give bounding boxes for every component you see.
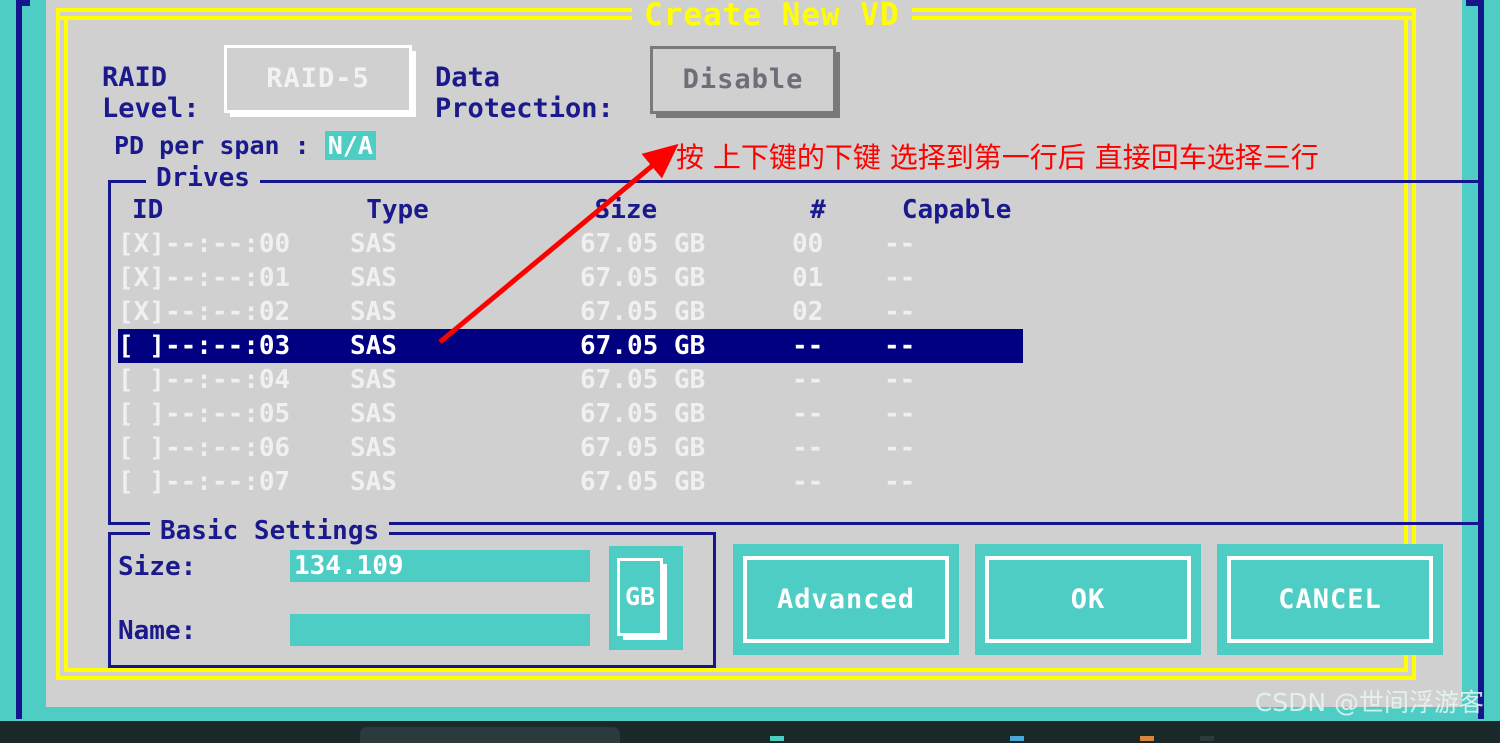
cell-id: [X]--:--:02 (118, 297, 291, 327)
cell-number: -- (792, 365, 824, 395)
cell-type: SAS (350, 297, 397, 327)
cell-type: SAS (350, 263, 397, 293)
dialog-border-left-outer (56, 8, 60, 680)
cell-type: SAS (350, 399, 397, 429)
table-row-selected[interactable]: [ ]--:--:03 SAS 67.05 GB -- -- (118, 329, 1023, 363)
cancel-button-label: CANCEL (1227, 556, 1433, 643)
cell-id: [X]--:--:00 (118, 229, 291, 259)
advanced-button[interactable]: Advanced (733, 544, 959, 655)
drives-table-header: ID Type Size # Capable (118, 193, 1023, 227)
dialog-border-left-inner (64, 16, 68, 672)
cell-number: -- (792, 399, 824, 429)
raid-level-select[interactable]: RAID-5 (224, 45, 412, 113)
table-row[interactable]: [ ]--:--:07 SAS 67.05 GB -- -- (118, 465, 1023, 499)
taskbar-window-button[interactable] (360, 727, 620, 743)
cell-number: -- (792, 467, 824, 497)
cell-size: 67.05 GB (580, 365, 706, 395)
cell-type: SAS (350, 229, 397, 259)
frame-rule-top-left (16, 0, 30, 6)
table-row[interactable]: [ ]--:--:04 SAS 67.05 GB -- -- (118, 363, 1023, 397)
cell-id: [ ]--:--:07 (118, 467, 291, 497)
taskbar-indicator-1[interactable] (770, 736, 784, 741)
table-row[interactable]: [X]--:--:01 SAS 67.05 GB 01 -- (118, 261, 1023, 295)
dialog-border-bottom-inner (64, 668, 1408, 672)
cell-id: [ ]--:--:05 (118, 399, 291, 429)
column-header-id: ID (132, 195, 164, 225)
frame-rule-top-right (1466, 0, 1484, 6)
cell-size: 67.05 GB (580, 331, 706, 361)
cell-type: SAS (350, 331, 397, 361)
cell-id: [ ]--:--:03 (118, 331, 291, 361)
column-header-size: Size (594, 195, 658, 225)
drives-table: ID Type Size # Capable [X]--:--:00 SAS 6… (118, 193, 1118, 499)
cell-size: 67.05 GB (580, 399, 706, 429)
cell-number: -- (792, 433, 824, 463)
cell-size: 67.05 GB (580, 229, 706, 259)
cell-capable: -- (884, 399, 916, 429)
ok-button-label: OK (985, 556, 1191, 643)
data-protection-value: Disable (682, 64, 804, 95)
cell-capable: -- (884, 365, 916, 395)
cancel-button[interactable]: CANCEL (1217, 544, 1443, 655)
drives-legend: Drives (146, 163, 260, 193)
basic-settings-legend: Basic Settings (150, 516, 390, 546)
create-new-vd-dialog: Create New VD RAID Level: RAID-5 Data Pr… (46, 0, 1484, 707)
annotation-text: 按 上下键的下键 选择到第一行后 直接回车选择三行 (676, 141, 1319, 174)
name-input[interactable] (290, 614, 590, 646)
cell-capable: -- (884, 263, 916, 293)
taskbar-indicator-3[interactable] (1140, 736, 1154, 741)
cell-number: 01 (792, 263, 824, 293)
dialog-border-bottom-outer (56, 676, 1416, 680)
table-row[interactable]: [X]--:--:00 SAS 67.05 GB 00 -- (118, 227, 1023, 261)
dialog-title: Create New VD (632, 0, 912, 31)
cell-size: 67.05 GB (580, 263, 706, 293)
column-header-number: # (810, 195, 826, 225)
raid-level-value: RAID-5 (266, 63, 370, 94)
watermark: CSDN @世间浮游客 (1254, 688, 1484, 717)
column-header-type: Type (366, 195, 429, 225)
column-header-capable: Capable (901, 195, 1012, 225)
cell-capable: -- (884, 467, 916, 497)
cell-capable: -- (884, 229, 916, 259)
frame-rule-left (16, 0, 22, 721)
cell-type: SAS (350, 433, 397, 463)
table-row[interactable]: [X]--:--:02 SAS 67.05 GB 02 -- (118, 295, 1023, 329)
cell-number: 02 (792, 297, 824, 327)
pd-per-span-value[interactable]: N/A (324, 131, 376, 160)
size-input[interactable]: 134.109 (290, 550, 590, 582)
cell-id: [X]--:--:01 (118, 263, 291, 293)
pd-per-span-label: PD per span : (114, 131, 310, 160)
size-label: Size: (118, 552, 197, 582)
raid-level-label: RAID Level: (102, 62, 200, 124)
cell-id: [ ]--:--:06 (118, 433, 291, 463)
pd-per-span-row: PD per span : N/A (114, 131, 376, 160)
name-label: Name: (118, 616, 197, 646)
cell-type: SAS (350, 365, 397, 395)
cell-size: 67.05 GB (580, 297, 706, 327)
data-protection-select[interactable]: Disable (650, 46, 836, 114)
cell-capable: -- (884, 433, 916, 463)
cell-number: 00 (792, 229, 824, 259)
ok-button[interactable]: OK (975, 544, 1201, 655)
cell-capable: -- (884, 297, 916, 327)
size-unit-select[interactable]: GB (609, 546, 683, 650)
data-protection-label: Data Protection: (435, 62, 614, 124)
cell-type: SAS (350, 467, 397, 497)
cell-size: 67.05 GB (580, 433, 706, 463)
advanced-button-label: Advanced (743, 556, 949, 643)
size-unit-value: GB (617, 558, 663, 636)
cell-capable: -- (884, 331, 916, 361)
screen: Create New VD RAID Level: RAID-5 Data Pr… (0, 0, 1500, 743)
cell-number: -- (792, 331, 824, 361)
table-row[interactable]: [ ]--:--:05 SAS 67.05 GB -- -- (118, 397, 1023, 431)
taskbar (0, 719, 1500, 743)
cell-size: 67.05 GB (580, 467, 706, 497)
taskbar-indicator-4[interactable] (1200, 736, 1214, 741)
cell-id: [ ]--:--:04 (118, 365, 291, 395)
table-row[interactable]: [ ]--:--:06 SAS 67.05 GB -- -- (118, 431, 1023, 465)
taskbar-indicator-2[interactable] (1010, 736, 1024, 741)
